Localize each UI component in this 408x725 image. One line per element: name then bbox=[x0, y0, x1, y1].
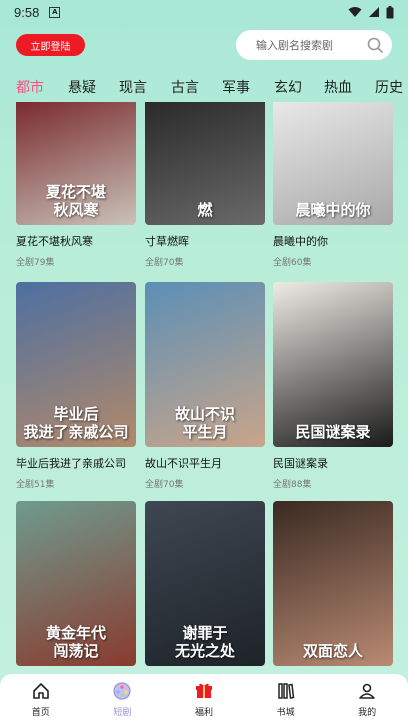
drama-poster[interactable]: 民国谜案录 bbox=[273, 282, 393, 447]
drama-card[interactable]: 双面恋人 bbox=[273, 501, 393, 666]
header: 立即登陆 输入剧名搜索剧 bbox=[0, 28, 408, 64]
search-input[interactable]: 输入剧名搜索剧 bbox=[236, 30, 392, 60]
nav-label: 短剧 bbox=[113, 708, 132, 718]
signal-icon bbox=[369, 7, 379, 17]
drama-poster[interactable]: 燃 bbox=[145, 102, 265, 225]
books-icon bbox=[277, 683, 294, 699]
drama-poster[interactable]: 故山不识 平生月 bbox=[145, 282, 265, 447]
bottom-nav: 首页 短剧 福利 书城 我的 bbox=[0, 674, 408, 725]
drama-poster[interactable]: 黄金年代 闯荡记 bbox=[16, 501, 136, 666]
drama-card[interactable]: 黄金年代 闯荡记 bbox=[16, 501, 136, 666]
poster-title-art: 黄金年代 闯荡记 bbox=[45, 624, 106, 660]
tab-3[interactable]: 古言 bbox=[171, 76, 199, 100]
nav-label: 我的 bbox=[358, 708, 377, 718]
nav-label: 书城 bbox=[276, 708, 295, 718]
film-reel-icon bbox=[113, 682, 131, 700]
status-icons bbox=[348, 5, 394, 19]
drama-episodes: 全剧79集 bbox=[16, 258, 55, 268]
poster-title-art: 民国谜案录 bbox=[295, 423, 371, 441]
nav-item-4[interactable]: 我的 bbox=[337, 681, 397, 718]
drama-episodes: 全剧70集 bbox=[145, 480, 184, 490]
search-placeholder: 输入剧名搜索剧 bbox=[256, 39, 333, 52]
drama-episodes: 全剧70集 bbox=[145, 258, 184, 268]
nav-item-1[interactable]: 短剧 bbox=[92, 681, 152, 718]
category-tabs: 都市 悬疑 现言 古言 军事 玄幻 热血 历史 bbox=[0, 76, 408, 102]
drama-card[interactable]: 谢罪于 无光之处 bbox=[145, 501, 265, 666]
gift-icon bbox=[195, 683, 212, 698]
nav-item-2[interactable]: 福利 bbox=[174, 681, 234, 718]
nav-label: 首页 bbox=[31, 708, 50, 718]
drama-card[interactable]: 毕业后 我进了亲戚公司毕业后我进了亲戚公司 全剧51集 bbox=[16, 282, 136, 490]
drama-poster[interactable]: 夏花不堪 秋风寒 bbox=[16, 102, 136, 225]
drama-card[interactable]: 民国谜案录 民国谜案录 全剧88集 bbox=[273, 282, 393, 490]
poster-title-art: 故山不识 平生月 bbox=[174, 405, 235, 441]
drama-card[interactable]: 燃寸草燃晖全剧70集 bbox=[145, 102, 265, 268]
drama-episodes: 全剧51集 bbox=[16, 480, 55, 490]
drama-title: 寸草燃晖 bbox=[145, 235, 189, 248]
tab-5[interactable]: 玄幻 bbox=[274, 76, 302, 100]
battery-icon bbox=[386, 5, 394, 18]
search-icon[interactable] bbox=[366, 36, 384, 54]
notification-icon: A bbox=[49, 6, 61, 18]
user-icon bbox=[359, 683, 375, 699]
poster-title-art: 谢罪于 无光之处 bbox=[174, 624, 235, 660]
tab-0[interactable]: 都市 bbox=[16, 76, 44, 100]
drama-title: 故山不识平生月 bbox=[145, 457, 222, 470]
poster-title-art: 毕业后 我进了亲戚公司 bbox=[23, 405, 129, 441]
poster-title-art: 晨曦中的你 bbox=[295, 201, 371, 219]
drama-title: 晨曦中的你 bbox=[273, 235, 328, 248]
drama-card[interactable]: 夏花不堪 秋风寒夏花不堪秋风寒 全剧79集 bbox=[16, 102, 136, 268]
wifi-icon bbox=[348, 7, 362, 17]
drama-poster[interactable]: 毕业后 我进了亲戚公司 bbox=[16, 282, 136, 447]
home-icon bbox=[32, 683, 49, 699]
status-bar: 9:58 A bbox=[0, 0, 408, 24]
drama-poster[interactable]: 谢罪于 无光之处 bbox=[145, 501, 265, 666]
drama-title: 毕业后我进了亲戚公司 bbox=[16, 457, 126, 470]
poster-title-art: 燃 bbox=[197, 201, 213, 219]
drama-poster[interactable]: 晨曦中的你 bbox=[273, 102, 393, 225]
tab-1[interactable]: 悬疑 bbox=[68, 76, 96, 100]
drama-episodes: 全剧88集 bbox=[273, 480, 312, 490]
login-button[interactable]: 立即登陆 bbox=[16, 34, 85, 56]
tab-4[interactable]: 军事 bbox=[222, 76, 250, 100]
tab-7[interactable]: 历史 bbox=[375, 76, 403, 100]
drama-title: 民国谜案录 bbox=[273, 457, 328, 470]
drama-title: 夏花不堪秋风寒 bbox=[16, 235, 93, 248]
drama-poster[interactable]: 双面恋人 bbox=[273, 501, 393, 666]
drama-card[interactable]: 故山不识 平生月故山不识平生月 全剧70集 bbox=[145, 282, 265, 490]
drama-card[interactable]: 晨曦中的你 晨曦中的你 全剧60集 bbox=[273, 102, 393, 268]
tab-6[interactable]: 热血 bbox=[324, 76, 352, 100]
nav-label: 福利 bbox=[194, 708, 213, 718]
poster-title-art: 双面恋人 bbox=[302, 642, 363, 660]
tab-2[interactable]: 现言 bbox=[119, 76, 147, 100]
drama-episodes: 全剧60集 bbox=[273, 258, 312, 268]
poster-title-art: 夏花不堪 秋风寒 bbox=[45, 183, 106, 219]
drama-grid: 夏花不堪 秋风寒 夏花不堪秋风寒 全剧79集燃寸草燃晖 全剧70集 晨曦中的你 晨曦中的你… bbox=[0, 102, 408, 676]
nav-item-0[interactable]: 首页 bbox=[11, 681, 71, 718]
nav-item-3[interactable]: 书城 bbox=[256, 681, 316, 718]
status-time: 9:58 bbox=[14, 4, 40, 20]
